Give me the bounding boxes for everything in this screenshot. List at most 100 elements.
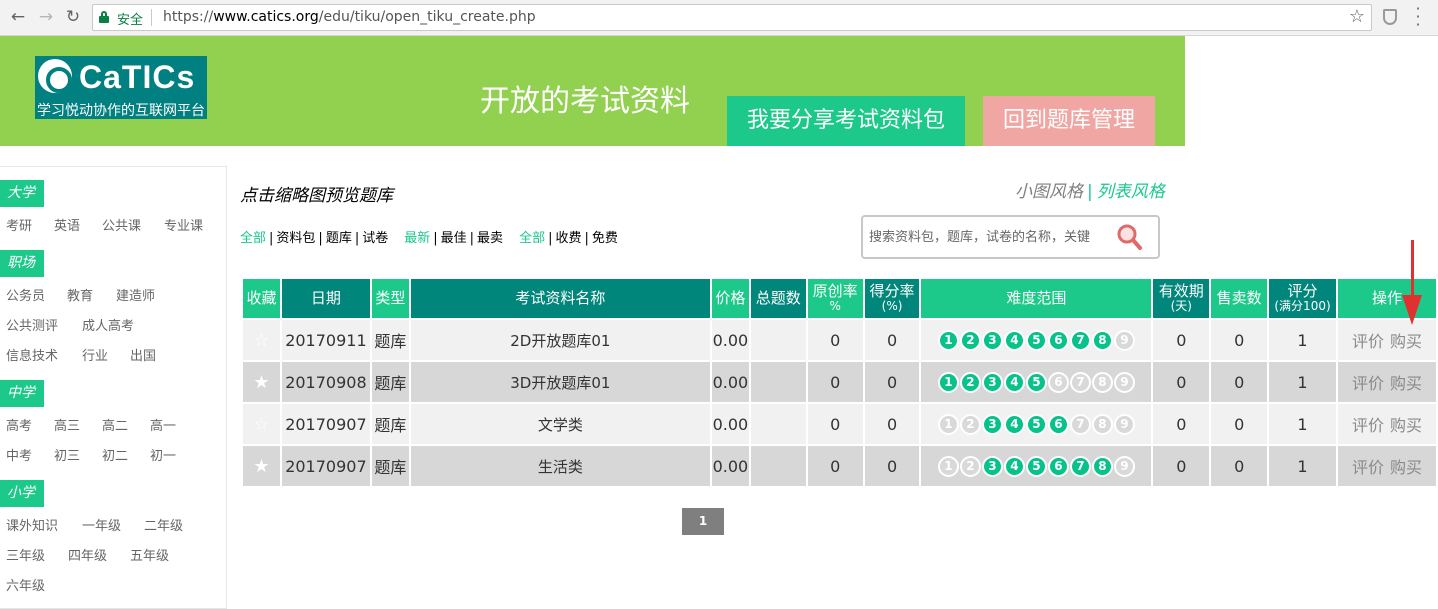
col-validity: 有效期 (天) — [1151, 277, 1212, 320]
sidebar-item[interactable]: 二年级 — [144, 515, 183, 534]
cell-validity: 0 — [1151, 444, 1212, 488]
sidebar-item[interactable]: 高一 — [150, 415, 176, 434]
sidebar-item[interactable]: 课外知识 — [6, 515, 58, 534]
sidebar-item[interactable]: 教育 — [67, 285, 93, 304]
cell-ops: 评价 购买 — [1335, 360, 1438, 404]
favorite-star-icon[interactable]: ☆ — [241, 318, 282, 362]
forward-icon[interactable]: → — [36, 7, 56, 27]
sidebar-item[interactable]: 高二 — [102, 415, 128, 434]
table-row: ☆ 20170911 题库 2D开放题库01 0.00 0 0 1 2 3 4 5 6 7 8 9 0 0 1 评价购… — [241, 318, 1438, 362]
sidebar-item[interactable]: 信息技术 — [6, 345, 58, 364]
filter-type-all[interactable]: 全部 — [240, 231, 266, 246]
view-list-link[interactable]: 列表风格 — [1097, 182, 1165, 202]
extension-shield-icon[interactable] — [1383, 9, 1397, 25]
filter-type-bank[interactable]: 题库 — [326, 231, 352, 246]
difficulty-level-badge: 2 — [959, 371, 981, 393]
sidebar-item[interactable]: 初三 — [54, 445, 80, 464]
review-link[interactable]: 评价 — [1352, 332, 1384, 351]
sidebar-item[interactable]: 行业 — [82, 345, 108, 364]
difficulty-level-badge: 2 — [959, 455, 981, 477]
cell-validity: 0 — [1151, 318, 1212, 362]
site-logo[interactable]: CaTICs 学习悦动协作的互联网平台 — [35, 56, 207, 119]
buy-link[interactable]: 购买 — [1390, 458, 1422, 477]
cell-name[interactable]: 3D开放题库01 — [408, 360, 712, 404]
category-zhongxue[interactable]: 中学 — [0, 380, 44, 407]
favorite-star-icon[interactable]: ★ — [241, 360, 282, 404]
sidebar-item[interactable]: 公共课 — [102, 215, 141, 234]
review-link[interactable]: 评价 — [1352, 374, 1384, 393]
favorite-star-icon[interactable]: ★ — [241, 444, 282, 488]
filter-type-paper[interactable]: 试卷 — [362, 231, 388, 246]
category-daxue[interactable]: 大学 — [0, 180, 44, 207]
sidebar-item[interactable]: 专业课 — [164, 215, 203, 234]
sidebar-item[interactable]: 一年级 — [82, 515, 121, 534]
filter-type-package[interactable]: 资料包 — [276, 231, 315, 246]
sidebar-item[interactable]: 初一 — [150, 445, 176, 464]
resource-table: 收藏 日期 类型 考试资料名称 价格 总题数 原创率% 得分率 (%) 难度范围 … — [241, 277, 1438, 488]
difficulty-level-badge: 1 — [937, 455, 959, 477]
sidebar-item[interactable]: 三年级 — [6, 545, 45, 564]
difficulty-level-badge: 6 — [1047, 329, 1069, 351]
sidebar-item[interactable]: 考研 — [6, 215, 32, 234]
share-package-button[interactable]: 我要分享考试资料包 — [727, 96, 965, 146]
sidebar-item[interactable]: 高三 — [54, 415, 80, 434]
view-separator: | — [1087, 182, 1093, 202]
sidebar-item[interactable]: 四年级 — [68, 545, 107, 564]
filter-price-paid[interactable]: 收费 — [555, 231, 581, 246]
search-box — [861, 215, 1160, 259]
cell-name[interactable]: 生活类 — [408, 444, 712, 488]
cell-date: 20170907 — [279, 402, 372, 446]
address-bar[interactable]: 安全 https://www.catics.org/edu/tiku/open_… — [92, 4, 1372, 31]
sidebar-item[interactable]: 公共测评 — [6, 315, 58, 334]
sidebar-item[interactable]: 初二 — [102, 445, 128, 464]
table-header-row: 收藏 日期 类型 考试资料名称 价格 总题数 原创率% 得分率 (%) 难度范围 … — [241, 277, 1438, 320]
sidebar-item[interactable]: 中考 — [6, 445, 32, 464]
cell-total — [748, 402, 808, 446]
cell-difficulty: 123456789 — [919, 360, 1154, 404]
page-button-1[interactable]: 1 — [682, 508, 724, 535]
difficulty-level-badge: 6 — [1047, 371, 1069, 393]
sidebar-item[interactable]: 六年级 — [6, 575, 45, 594]
back-to-bank-button[interactable]: 回到题库管理 — [983, 96, 1155, 146]
menu-kebab-icon[interactable]: · · · — [1412, 1, 1424, 33]
cell-total — [748, 360, 808, 404]
difficulty-level-badge: 3 — [981, 413, 1003, 435]
sidebar-item[interactable]: 五年级 — [130, 545, 169, 564]
sidebar-item[interactable]: 成人高考 — [82, 315, 134, 334]
difficulty-level-badge: 2 — [959, 413, 981, 435]
favorite-star-icon[interactable]: ☆ — [241, 402, 282, 446]
lock-icon — [99, 11, 109, 23]
buy-link[interactable]: 购买 — [1390, 332, 1422, 351]
cell-name[interactable]: 2D开放题库01 — [408, 318, 712, 362]
search-input[interactable] — [869, 227, 1109, 247]
filter-sort-best[interactable]: 最佳 — [441, 231, 467, 246]
sidebar-item[interactable]: 出国 — [130, 345, 156, 364]
secure-label: 安全 — [117, 13, 144, 28]
buy-link[interactable]: 购买 — [1390, 374, 1422, 393]
view-thumbnail-link[interactable]: 小图风格 — [1015, 182, 1083, 202]
difficulty-level-badge: 2 — [959, 329, 981, 351]
filter-price-free[interactable]: 免费 — [592, 231, 618, 246]
review-link[interactable]: 评价 — [1352, 416, 1384, 435]
url-text[interactable]: https://www.catics.org/edu/tiku/open_tik… — [163, 9, 536, 25]
sidebar-item[interactable]: 公务员 — [6, 285, 45, 304]
annotation-arrow-shaft — [1411, 240, 1414, 300]
sidebar-item[interactable]: 建造师 — [116, 285, 155, 304]
reload-icon[interactable]: ↻ — [63, 7, 83, 27]
review-link[interactable]: 评价 — [1352, 458, 1384, 477]
search-icon[interactable] — [1115, 223, 1143, 251]
sidebar-item[interactable]: 高考 — [6, 415, 32, 434]
category-xiaoxue[interactable]: 小学 — [0, 480, 44, 507]
sidebar-item[interactable]: 英语 — [54, 215, 80, 234]
buy-link[interactable]: 购买 — [1390, 416, 1422, 435]
cell-score-rate: 0 — [862, 318, 922, 362]
page-title: 开放的考试资料 — [480, 84, 690, 119]
cell-original-rate: 0 — [805, 402, 865, 446]
filter-price-all[interactable]: 全部 — [519, 231, 545, 246]
category-zhichang[interactable]: 职场 — [0, 250, 44, 277]
filter-sort-bestseller[interactable]: 最卖 — [477, 231, 503, 246]
bookmark-star-icon[interactable]: ☆ — [1349, 6, 1365, 27]
cell-name[interactable]: 文学类 — [408, 402, 712, 446]
back-icon[interactable]: ← — [8, 7, 28, 27]
filter-sort-newest[interactable]: 最新 — [404, 231, 430, 246]
